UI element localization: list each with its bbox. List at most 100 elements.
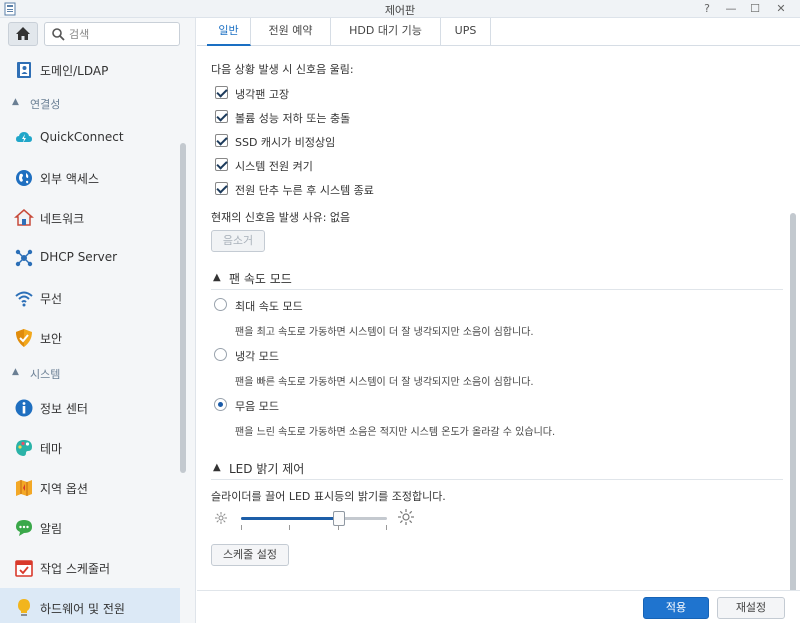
info-icon [15, 399, 33, 417]
sidebar-item-network[interactable]: 네트워크 [0, 198, 180, 238]
palette-icon [16, 440, 32, 456]
tab-hdd-hibernation[interactable]: HDD 대기 기능 [331, 18, 441, 46]
sidebar-item-label: 도메인/LDAP [40, 64, 109, 78]
checkbox-label: 시스템 전원 켜기 [235, 160, 313, 173]
mode-description: 팬을 느린 속도로 가동하면 소음은 적지만 시스템 온도가 올라갈 수 있습니… [235, 427, 556, 438]
sidebar-item-quickconnect[interactable]: QuickConnect [0, 118, 180, 158]
sidebar-item-theme[interactable]: 테마 [0, 428, 180, 468]
radio-full-speed-mode[interactable] [214, 298, 227, 311]
divider [211, 479, 783, 480]
chevron-up-icon: ▲ [12, 367, 19, 377]
checkbox-power-button-shutdown[interactable] [215, 182, 228, 195]
sidebar-item-label: 정보 센터 [40, 402, 88, 416]
help-icon[interactable]: ? [696, 1, 718, 17]
tab-general[interactable]: 일반 [207, 18, 251, 46]
wifi-icon [15, 291, 33, 307]
sidebar-item-task-scheduler[interactable]: 작업 스케줄러 [0, 548, 180, 588]
reset-button[interactable]: 재설정 [717, 597, 785, 619]
radio-cool-mode[interactable] [214, 348, 227, 361]
sidebar-item-label: 외부 액세스 [40, 172, 100, 186]
home-button[interactable] [8, 22, 38, 46]
radio-label: 무음 모드 [235, 400, 279, 413]
beep-heading: 다음 상황 발생 시 신호음 울림: [211, 63, 354, 76]
radio-label: 냉각 모드 [235, 350, 279, 363]
sidebar-item-security[interactable]: 보안 [0, 318, 180, 358]
slider-tick [338, 525, 339, 530]
sidebar-item-label: 네트워크 [40, 212, 85, 226]
content-scrollbar[interactable] [790, 213, 796, 593]
chevron-up-icon[interactable]: ▲ [213, 272, 221, 283]
sidebar-item-wireless[interactable]: 무선 [0, 278, 180, 318]
sidebar-item-regional-options[interactable]: 지역 옵션 [0, 468, 180, 508]
sidebar-item-label: 하드웨어 및 전원 [40, 602, 125, 616]
radio-quiet-mode[interactable] [214, 398, 227, 411]
sidebar-item-info-center[interactable]: 정보 센터 [0, 388, 180, 428]
sidebar-item-notification[interactable]: 알림 [0, 508, 180, 548]
sidebar-item-label: 지역 옵션 [40, 482, 88, 496]
maximize-icon[interactable]: ☐ [744, 1, 766, 17]
minimize-icon[interactable]: — [720, 1, 742, 17]
quickconnect-icon [16, 132, 32, 143]
shield-icon [16, 329, 32, 347]
checkbox-label: 냉각팬 고장 [235, 88, 290, 101]
slider-tick [241, 525, 242, 530]
sidebar-item-hardware-power[interactable]: 하드웨어 및 전원 [0, 588, 180, 623]
checkbox-label: SSD 캐시가 비정상임 [235, 136, 336, 149]
slider-tick [386, 525, 387, 530]
slider-thumb[interactable] [333, 511, 345, 526]
checkbox-system-power-on[interactable] [215, 158, 228, 171]
slider-tick [289, 525, 290, 530]
search-icon [52, 28, 65, 41]
footer-bar: 적용 재설정 [197, 590, 800, 623]
tab-power-schedule[interactable]: 전원 예약 [251, 18, 331, 46]
mode-description: 팬을 최고 속도로 가동하면 시스템이 더 잘 냉각되지만 소음이 심합니다. [235, 327, 534, 338]
apply-button[interactable]: 적용 [643, 597, 709, 619]
globe-icon [16, 170, 32, 186]
sidebar-item-label: 알림 [40, 522, 63, 536]
sidebar-item-label: DHCP Server [40, 250, 118, 264]
main-panel: 일반 전원 예약 HDD 대기 기능 UPS 다음 상황 발생 시 신호음 울림… [197, 18, 800, 623]
schedule-settings-button[interactable]: 스케줄 설정 [211, 544, 289, 566]
checkbox-ssd-cache-abnormal[interactable] [215, 134, 228, 147]
home-icon [16, 27, 30, 40]
mute-button[interactable]: 음소거 [211, 230, 265, 252]
led-description: 슬라이더를 끌어 LED 표시등의 밝기를 조정합니다. [211, 490, 446, 503]
radio-label: 최대 속도 모드 [235, 300, 303, 313]
sidebar: 도메인/LDAP ▲ 연결성 QuickConnect 외부 액세스 네트워크 [0, 18, 196, 623]
checkbox-volume-degraded[interactable] [215, 110, 228, 123]
chevron-up-icon[interactable]: ▲ [213, 462, 221, 473]
sidebar-item-domain-ldap[interactable]: 도메인/LDAP [0, 50, 180, 90]
sidebar-item-label: 무선 [40, 292, 63, 306]
brightness-low-icon [215, 512, 227, 524]
search-input[interactable] [69, 26, 174, 42]
search-box[interactable] [44, 22, 180, 46]
current-beep-reason: 현재의 신호음 발생 사유: 없음 [211, 211, 351, 224]
sidebar-item-label: 테마 [40, 442, 63, 456]
title-bar: 제어판 ? — ☐ ✕ [0, 0, 800, 18]
section-system[interactable]: ▲ 시스템 [0, 362, 180, 384]
network-house-icon [14, 209, 34, 226]
tab-ups[interactable]: UPS [441, 18, 491, 46]
map-icon [16, 480, 32, 496]
led-brightness-slider[interactable] [241, 517, 387, 520]
section-label: 시스템 [30, 368, 61, 381]
dhcp-server-icon [15, 249, 33, 267]
sidebar-scrollbar[interactable] [180, 143, 186, 473]
chevron-up-icon: ▲ [12, 97, 19, 107]
general-tab-content: 다음 상황 발생 시 신호음 울림: 냉각팬 고장 볼륨 성능 저하 또는 충돌… [197, 47, 787, 587]
window-title: 제어판 [384, 4, 416, 17]
sidebar-item-dhcp-server[interactable]: DHCP Server [0, 238, 180, 278]
checkbox-fan-failure[interactable] [215, 86, 228, 99]
lightbulb-icon [18, 599, 30, 616]
sidebar-item-external-access[interactable]: 외부 액세스 [0, 158, 180, 198]
mode-description: 팬을 빠른 속도로 가동하면 시스템이 더 잘 냉각되지만 소음이 심합니다. [235, 377, 534, 388]
section-connectivity[interactable]: ▲ 연결성 [0, 92, 180, 114]
tab-bar: 일반 전원 예약 HDD 대기 기능 UPS [197, 18, 800, 46]
calendar-check-icon [15, 560, 33, 577]
close-icon[interactable]: ✕ [770, 1, 792, 17]
brightness-high-icon [398, 509, 414, 525]
section-label: 연결성 [30, 98, 61, 111]
checkbox-label: 전원 단추 누른 후 시스템 종료 [235, 184, 374, 197]
slider-fill [241, 517, 339, 520]
fan-section-title: 팬 속도 모드 [229, 272, 292, 286]
